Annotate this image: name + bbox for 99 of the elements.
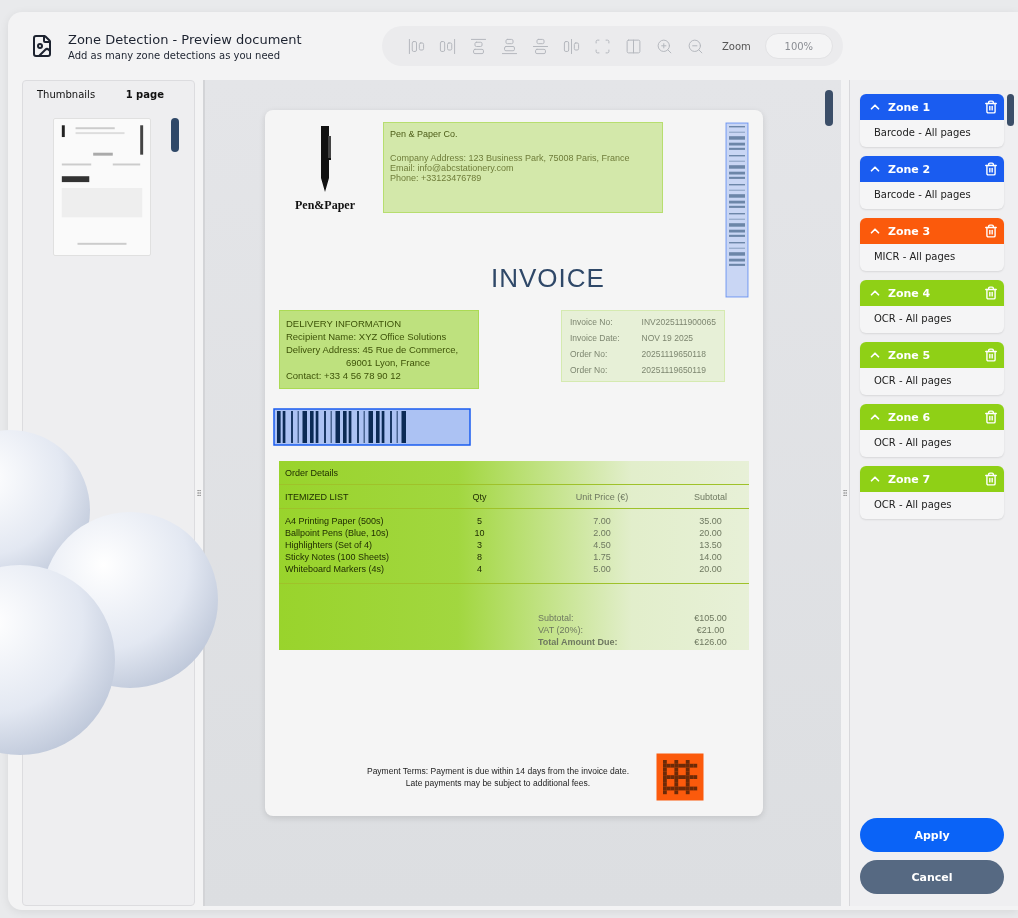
page-count: 1 page <box>125 89 164 100</box>
zone-header[interactable]: Zone 3 <box>859 218 1004 244</box>
total-label: Subtotal: <box>536 612 575 624</box>
delivery-line: Delivery Address: 45 Rue de Commerce, <box>285 343 460 356</box>
column-header: Qty <box>471 490 488 503</box>
table-cell-text: 8 <box>475 551 483 563</box>
delivery-line: 69001 Lyon, France <box>344 356 432 369</box>
zone-type: OCR - All pages <box>872 498 953 512</box>
info-value: INV2025111900065 <box>641 317 716 327</box>
payment-terms: Payment Terms: Payment is due within 14 days from the invoice date. <box>366 765 630 777</box>
info-value: 20251119650118 <box>641 349 707 359</box>
zone-type: OCR - All pages <box>872 436 953 450</box>
column-header: Unit Price (€) <box>574 490 630 503</box>
zone-header[interactable]: Zone 4 <box>859 280 1004 306</box>
table-cell-text: 20.00 <box>698 527 723 539</box>
panel-title: Thumbnails <box>37 89 96 100</box>
delivery-line: Contact: +33 4 56 78 90 12 <box>285 369 402 382</box>
resize-handle-icon[interactable] <box>840 487 849 499</box>
total-value: €105.00 <box>693 612 728 624</box>
table-cell-text: 4 <box>475 563 483 575</box>
table-cell-text: 7.00 <box>592 515 612 527</box>
info-label: Order No: <box>569 349 609 359</box>
total-label: VAT (20%): <box>536 624 584 636</box>
cancel-button[interactable]: Cancel <box>859 860 1004 894</box>
zoom-out-icon[interactable] <box>687 37 704 55</box>
align-top-icon[interactable] <box>470 37 487 55</box>
info-label: Invoice Date: <box>569 333 620 343</box>
table-cell-text: 35.00 <box>698 515 723 527</box>
table-cell-text: Sticky Notes (100 Sheets) <box>283 551 390 563</box>
resize-handle-icon[interactable] <box>194 487 203 499</box>
delivery-line: DELIVERY INFORMATION <box>285 317 403 330</box>
column-header: Subtotal <box>692 490 728 503</box>
company-detail: Email: info@abcstationery.com <box>389 163 515 173</box>
table-cell-text: 3 <box>475 539 483 551</box>
qr-code <box>655 752 706 802</box>
trash-icon[interactable] <box>984 224 998 238</box>
zone-type: OCR - All pages <box>872 374 953 388</box>
zone-highlight[interactable]: Pen & Paper Co. Company Address: 123 Business Park, 75008 Paris, France Email: info@abcstationery.com Phone: +33123476789 <box>382 122 663 213</box>
table-cell-text: Ballpoint Pens (Blue, 10s) <box>283 527 390 539</box>
zoom-label: Zoom <box>722 40 751 52</box>
align-right-icon[interactable] <box>439 37 456 55</box>
zone-header[interactable]: Zone 2 <box>859 156 1004 182</box>
table-cell-text: 14.00 <box>698 551 723 563</box>
window-subtitle: Add as many zone detections as you need <box>68 49 282 61</box>
zone-highlight[interactable]: Invoice No: INV2025111900065 Invoice Date: NOV 19 2025 Order No: 20251119650118 Order No: 20251119650119 <box>560 310 725 382</box>
table-cell-text: 10 <box>473 527 486 539</box>
scrollbar-thumb[interactable] <box>171 118 179 152</box>
table-cell-text: 20.00 <box>698 563 723 575</box>
info-label: Invoice No: <box>569 317 614 327</box>
table-cell-text: Whiteboard Markers (4s) <box>283 563 385 575</box>
column-header: ITEMIZED LIST <box>283 490 350 503</box>
delivery-line: Recipient Name: XYZ Office Solutions <box>285 330 448 343</box>
info-label: Order No: <box>569 365 609 375</box>
align-left-icon[interactable] <box>408 37 425 55</box>
window-title: Zone Detection - Preview document <box>68 31 303 47</box>
table-cell-text: 5 <box>475 515 483 527</box>
trash-icon[interactable] <box>984 100 998 114</box>
center-horizontal-icon[interactable] <box>563 37 580 55</box>
zoom-in-icon[interactable] <box>656 37 673 55</box>
payment-terms: Late payments may be subject to additional fees. <box>405 777 591 789</box>
table-cell-text: Highlighters (Set of 4) <box>283 539 373 551</box>
company-detail: Company Address: 123 Business Park, 75008 Paris, France <box>389 153 631 163</box>
zoom-field[interactable]: 100% <box>764 33 833 59</box>
zone-header[interactable]: Zone 7 <box>859 466 1004 492</box>
info-value: 20251119650119 <box>641 365 707 375</box>
align-bottom-icon[interactable] <box>501 37 518 55</box>
info-value: NOV 19 2025 <box>641 333 695 343</box>
company-name: Pen & Paper Co. <box>389 129 459 139</box>
table-cell-text: 2.00 <box>592 527 612 539</box>
apply-button[interactable]: Apply <box>859 818 1004 852</box>
zone-type: Barcode - All pages <box>872 126 972 140</box>
table-cell-text: 1.75 <box>592 551 612 563</box>
table-cell-text: 13.50 <box>698 539 723 551</box>
logo-text: Pen&Paper <box>294 198 355 213</box>
total-value: €126.00 <box>693 636 728 648</box>
zone-type: MICR - All pages <box>872 250 957 264</box>
scrollbar-thumb[interactable] <box>1007 94 1014 126</box>
fit-width-icon[interactable] <box>625 37 642 55</box>
total-value: €21.00 <box>695 624 726 636</box>
zone-type: Barcode - All pages <box>872 188 972 202</box>
zone-highlight[interactable] <box>278 461 749 650</box>
invoice-title: INVOICE <box>490 263 606 294</box>
zone-header[interactable]: Zone 5 <box>859 342 1004 368</box>
zone-header[interactable]: Zone 1 <box>859 94 1004 120</box>
zone-highlight[interactable]: DELIVERY INFORMATION Recipient Name: XYZ Office Solutions Delivery Address: 45 Rue de Commerce, 69001 Lyon, France Contact: +33 4 56 78 90 12 <box>278 310 479 389</box>
document-image-icon <box>30 34 54 58</box>
table-cell-text: 5.00 <box>592 563 612 575</box>
table-cell-text: 4.50 <box>592 539 612 551</box>
table-section-title: Order Details <box>283 466 339 479</box>
center-vertical-icon[interactable] <box>532 37 549 55</box>
zone-header[interactable]: Zone 6 <box>859 404 1004 430</box>
trash-icon[interactable] <box>984 162 998 176</box>
zone-type: OCR - All pages <box>872 312 953 326</box>
fit-page-icon[interactable] <box>594 37 611 55</box>
scrollbar-thumb[interactable] <box>824 90 833 126</box>
page-thumbnail[interactable] <box>53 118 151 256</box>
company-detail: Phone: +33123476789 <box>389 173 483 183</box>
total-label: Total Amount Due: <box>536 636 619 648</box>
table-cell-text: A4 Printing Paper (500s) <box>283 515 385 527</box>
